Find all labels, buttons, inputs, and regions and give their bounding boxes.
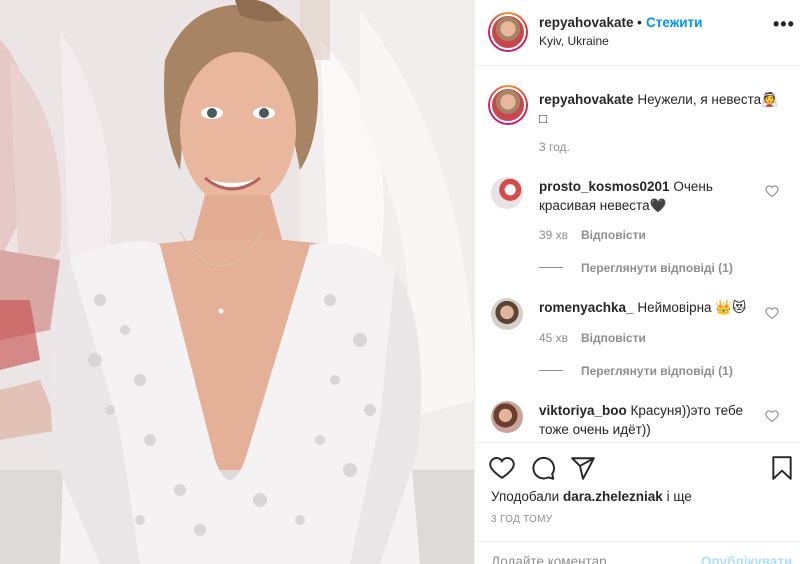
caption-avatar[interactable]: [488, 85, 528, 125]
comment-avatar[interactable]: [491, 298, 523, 330]
comment-time: 39 хв: [539, 228, 569, 242]
share-icon[interactable]: [570, 455, 596, 481]
comment-avatar[interactable]: [491, 177, 523, 209]
likes-suffix[interactable]: і ще: [667, 489, 692, 504]
reply-button[interactable]: Відповісти: [581, 331, 646, 345]
reply-button[interactable]: Відповісти: [581, 228, 646, 242]
likes-summary: Уподобали dara.zhelezniak і ще: [491, 489, 692, 504]
author-username[interactable]: repyahovakate: [539, 15, 634, 30]
comment-like-icon[interactable]: [765, 306, 779, 320]
comment-text: prosto_kosmos0201 Очень красивая невеста…: [539, 177, 769, 215]
comment-body: Неймовірна 👑😻: [637, 300, 747, 315]
comment-username[interactable]: romenyachka_: [539, 300, 634, 315]
comment-username[interactable]: prosto_kosmos0201: [539, 179, 670, 194]
author-avatar[interactable]: [488, 12, 528, 52]
view-replies-button[interactable]: Переглянути відповіді (1): [581, 364, 733, 378]
post-photo[interactable]: [0, 0, 474, 564]
more-options-icon[interactable]: •••: [773, 14, 795, 35]
bookmark-icon[interactable]: [769, 455, 795, 481]
likes-user[interactable]: dara.zhelezniak: [563, 489, 663, 504]
publish-button[interactable]: Опублікувати: [701, 554, 792, 564]
heart-icon[interactable]: [489, 455, 515, 481]
add-comment-input[interactable]: [491, 554, 691, 564]
comment-time: 45 хв: [539, 331, 569, 345]
post-timestamp: 3 ГОД ТОМУ: [491, 514, 553, 525]
add-comment-bar: Опублікувати: [475, 541, 800, 564]
post-location[interactable]: Kyiv, Ukraine: [539, 34, 609, 48]
follow-button[interactable]: Стежити: [646, 15, 702, 30]
view-replies-button[interactable]: Переглянути відповіді (1): [581, 261, 733, 275]
bride-photo-illustration: [0, 0, 474, 564]
comment-icon[interactable]: [530, 455, 556, 481]
caption-emoji-box: □: [539, 111, 548, 126]
post-side-panel: repyahovakate • Стежити Kyiv, Ukraine ••…: [474, 0, 800, 564]
caption-text: repyahovakate Неужели, я невеста👰 □: [539, 90, 789, 128]
comment-text: romenyachka_ Неймовірна 👑😻: [539, 298, 769, 317]
comments-list[interactable]: repyahovakate Неужели, я невеста👰 □ 3 го…: [475, 67, 800, 441]
comment-like-icon[interactable]: [765, 409, 779, 423]
likes-prefix: Уподобали: [491, 489, 560, 504]
post-header: repyahovakate • Стежити Kyiv, Ukraine ••…: [475, 0, 800, 66]
comment-avatar[interactable]: [491, 401, 523, 433]
caption-username[interactable]: repyahovakate: [539, 92, 634, 107]
view-replies-line: [539, 370, 563, 371]
separator-dot: •: [637, 14, 642, 30]
comment-like-icon[interactable]: [765, 184, 779, 198]
comment-text: viktoriya_boo Красуня))это тебе тоже оче…: [539, 401, 764, 439]
caption-body: Неужели, я невеста👰: [637, 92, 778, 107]
view-replies-line: [539, 267, 563, 268]
caption-time: 3 год.: [539, 140, 570, 154]
comment-username[interactable]: viktoriya_boo: [539, 403, 627, 418]
